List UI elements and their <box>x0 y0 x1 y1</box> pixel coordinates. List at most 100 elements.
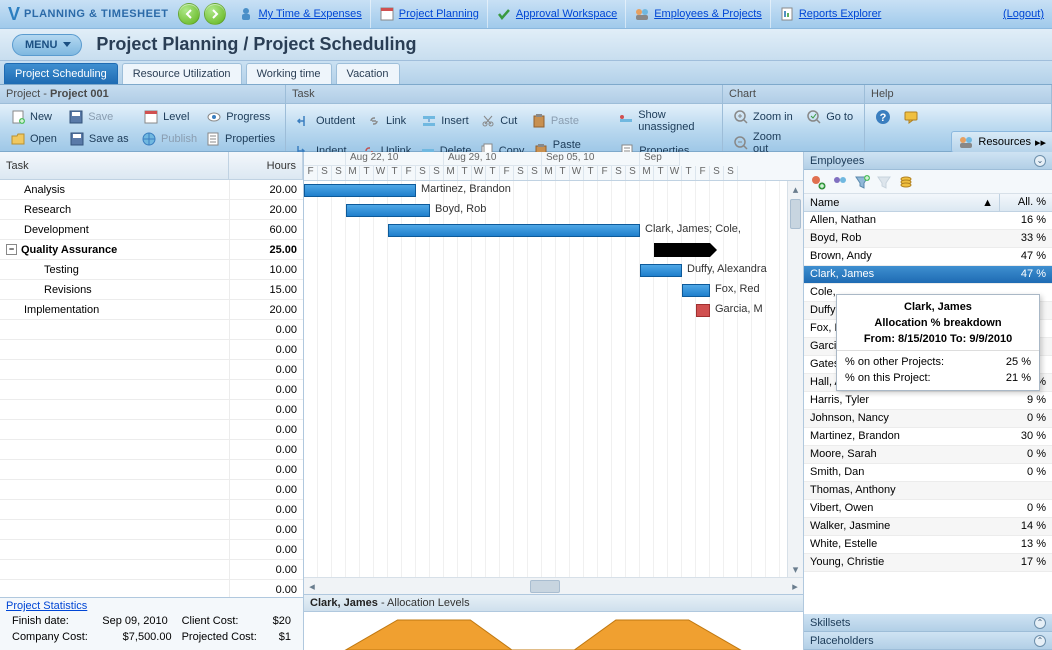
gantt-row[interactable]: Boyd, Rob <box>304 201 787 221</box>
logout-link[interactable]: (Logout) <box>1003 8 1044 20</box>
tab-resource-utilization[interactable]: Resource Utilization <box>122 63 242 84</box>
nav-link-1[interactable]: Project Planning <box>370 0 487 28</box>
add-employee-icon[interactable] <box>810 174 826 190</box>
help-button[interactable]: ? <box>871 107 895 127</box>
employee-row[interactable]: Johnson, Nancy0 % <box>804 410 1052 428</box>
task-row[interactable]: Research20.00 <box>0 200 303 220</box>
gantt-row[interactable]: Garcia, M <box>304 301 787 321</box>
task-row[interactable]: Analysis20.00 <box>0 180 303 200</box>
gantt-bar[interactable]: Garcia, M <box>696 304 710 317</box>
nav-back-button[interactable] <box>178 3 200 25</box>
scroll-thumb[interactable] <box>790 199 801 229</box>
filter-add-icon[interactable] <box>854 174 870 190</box>
zoom-in-button[interactable]: Zoom in <box>729 107 798 127</box>
employee-row[interactable]: Thomas, Anthony <box>804 482 1052 500</box>
open-button[interactable]: Open <box>6 129 61 149</box>
col-header-hours[interactable]: Hours <box>229 152 303 179</box>
employee-row[interactable]: Allen, Nathan16 % <box>804 212 1052 230</box>
gantt-bar[interactable]: Duffy, Alexandra <box>640 264 682 277</box>
col-header-allocation[interactable]: All. % <box>1000 194 1052 211</box>
task-row[interactable]: Development60.00 <box>0 220 303 240</box>
gantt-row[interactable]: Clark, James; Cole, <box>304 221 787 241</box>
expand-icon[interactable]: ⌃ <box>1034 617 1046 629</box>
vertical-scrollbar[interactable]: ▴ ▾ <box>787 181 803 577</box>
tab-project-scheduling[interactable]: Project Scheduling <box>4 63 118 84</box>
employee-row[interactable]: Smith, Dan0 % <box>804 464 1052 482</box>
go-to-button[interactable]: Go to <box>802 107 858 127</box>
task-row-empty[interactable]: 0.00 <box>0 440 303 460</box>
skillsets-panel-header[interactable]: Skillsets ⌃ <box>804 614 1052 632</box>
task-row-empty[interactable]: 0.00 <box>0 340 303 360</box>
gantt-row[interactable]: Fox, Red <box>304 281 787 301</box>
team-icon[interactable] <box>832 174 848 190</box>
employees-panel-header[interactable]: Employees ⌄ <box>804 152 1052 170</box>
task-row-empty[interactable]: 0.00 <box>0 480 303 500</box>
cut-button[interactable]: Cut <box>476 107 523 135</box>
task-row-empty[interactable]: 0.00 <box>0 540 303 560</box>
employee-row[interactable]: Walker, Jasmine14 % <box>804 518 1052 536</box>
task-row-empty[interactable]: 0.00 <box>0 360 303 380</box>
employee-row[interactable]: Clark, James47 % <box>804 266 1052 284</box>
scroll-thumb-h[interactable] <box>530 580 560 593</box>
task-row[interactable]: Implementation20.00 <box>0 300 303 320</box>
collapse-toggle[interactable]: − <box>6 244 17 255</box>
scroll-down-arrow[interactable]: ▾ <box>788 561 803 577</box>
task-row-empty[interactable]: 0.00 <box>0 380 303 400</box>
scroll-up-arrow[interactable]: ▴ <box>788 181 803 197</box>
gantt-body[interactable]: Martinez, Brandon Boyd, Rob Clark, James; … <box>304 181 803 577</box>
task-row-empty[interactable]: 0.00 <box>0 520 303 540</box>
resources-panel-toggle[interactable]: Resources ▸▸ <box>951 131 1052 153</box>
gantt-row[interactable]: Duffy, Alexandra <box>304 261 787 281</box>
gantt-bar[interactable]: Martinez, Brandon <box>304 184 416 197</box>
task-row-empty[interactable]: 0.00 <box>0 500 303 520</box>
collapse-icon[interactable]: ⌄ <box>1034 155 1046 167</box>
scroll-left-arrow[interactable]: ◂ <box>304 578 320 594</box>
nav-link-2[interactable]: Approval Workspace <box>487 0 625 28</box>
save-as-button[interactable]: Save as <box>65 129 133 149</box>
expand-icon[interactable]: ⌃ <box>1034 635 1046 647</box>
task-row-empty[interactable]: 0.00 <box>0 580 303 597</box>
task-row[interactable]: Testing10.00 <box>0 260 303 280</box>
insert-button[interactable]: Insert <box>417 107 472 135</box>
employee-row[interactable]: White, Estelle13 % <box>804 536 1052 554</box>
task-row-empty[interactable]: 0.00 <box>0 400 303 420</box>
col-header-task[interactable]: Task <box>0 152 229 179</box>
gantt-row[interactable] <box>304 241 787 261</box>
progress-button[interactable]: Progress <box>202 107 279 127</box>
feedback-button[interactable] <box>899 107 923 127</box>
outdent-button[interactable]: Outdent <box>292 107 358 135</box>
placeholders-panel-header[interactable]: Placeholders ⌃ <box>804 632 1052 650</box>
scroll-right-arrow[interactable]: ▸ <box>787 578 803 594</box>
gantt-bar[interactable]: Clark, James; Cole, <box>388 224 640 237</box>
employee-row[interactable]: Martinez, Brandon30 % <box>804 428 1052 446</box>
task-row-empty[interactable]: 0.00 <box>0 420 303 440</box>
new-button[interactable]: New <box>6 107 60 127</box>
filter-clear-icon[interactable] <box>876 174 892 190</box>
tab-working-time[interactable]: Working time <box>246 63 332 84</box>
employee-row[interactable]: Young, Christie17 % <box>804 554 1052 572</box>
task-row[interactable]: Revisions15.00 <box>0 280 303 300</box>
link-button[interactable]: Link <box>362 107 413 135</box>
task-row-empty[interactable]: 0.00 <box>0 560 303 580</box>
nav-link-3[interactable]: Employees & Projects <box>625 0 770 28</box>
horizontal-scrollbar[interactable]: ◂ ▸ <box>304 577 803 594</box>
gantt-bar[interactable]: Boyd, Rob <box>346 204 430 217</box>
properties-button[interactable]: Properties <box>201 129 279 149</box>
gantt-row[interactable]: Martinez, Brandon <box>304 181 787 201</box>
menu-button[interactable]: MENU <box>12 34 82 56</box>
employee-row[interactable]: Vibert, Owen0 % <box>804 500 1052 518</box>
task-row-empty[interactable]: 0.00 <box>0 320 303 340</box>
tab-vacation[interactable]: Vacation <box>336 63 400 84</box>
task-row[interactable]: −Quality Assurance25.00 <box>0 240 303 260</box>
employee-row[interactable]: Harris, Tyler9 % <box>804 392 1052 410</box>
employee-row[interactable]: Boyd, Rob33 % <box>804 230 1052 248</box>
task-row-empty[interactable]: 0.00 <box>0 460 303 480</box>
col-header-name[interactable]: Name▲ <box>804 194 1000 211</box>
level-button[interactable]: Level <box>139 107 198 127</box>
gantt-bar[interactable]: Fox, Red <box>682 284 710 297</box>
nav-forward-button[interactable] <box>204 3 226 25</box>
nav-link-0[interactable]: My Time & Expenses <box>230 0 369 28</box>
employee-row[interactable]: Brown, Andy47 % <box>804 248 1052 266</box>
employee-row[interactable]: Moore, Sarah0 % <box>804 446 1052 464</box>
summary-task-bar[interactable] <box>654 243 710 257</box>
